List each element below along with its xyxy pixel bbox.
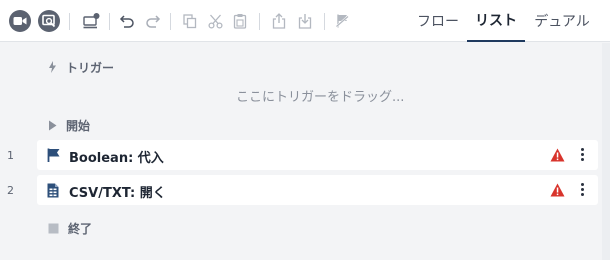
tab-list[interactable]: リスト: [467, 0, 525, 42]
flag-icon: [47, 148, 60, 162]
trigger-label: トリガー: [66, 60, 115, 75]
start-marker: 開始: [48, 115, 90, 135]
redo-icon: [146, 15, 161, 28]
screen-record-button[interactable]: [38, 10, 60, 32]
run-from-here-button[interactable]: [81, 10, 103, 32]
step-label: CSV/TXT: 開く: [69, 186, 166, 201]
run-from-here-icon: [83, 13, 100, 29]
cut-button[interactable]: [204, 10, 226, 32]
paste-button[interactable]: [229, 10, 251, 32]
tab-flow[interactable]: フロー: [413, 0, 463, 42]
trigger-lightning-icon: [49, 61, 56, 73]
toolbar-divider: [324, 13, 325, 30]
record-icon: [13, 17, 27, 25]
trigger-section[interactable]: トリガー: [48, 57, 114, 77]
copy-icon: [183, 13, 197, 28]
undo-icon: [119, 15, 134, 28]
more-options-icon[interactable]: [578, 182, 586, 198]
start-label: 開始: [66, 118, 91, 133]
document-icon: [47, 183, 59, 198]
trigger-drop-zone[interactable]: ここにトリガーをドラッグ...: [236, 86, 404, 105]
start-play-icon: [49, 120, 57, 130]
more-options-icon[interactable]: [578, 147, 586, 163]
stop-square-icon: [48, 223, 59, 233]
tab-dual[interactable]: デュアル: [530, 0, 594, 42]
paste-icon: [233, 14, 247, 29]
undo-button[interactable]: [116, 10, 138, 32]
toolbar: フロー リスト デュアル: [0, 0, 610, 42]
export-button[interactable]: [268, 10, 290, 32]
step-number: 2: [7, 184, 14, 197]
step-row[interactable]: CSV/TXT: 開く: [37, 175, 598, 205]
redo-button[interactable]: [142, 10, 164, 32]
copy-button[interactable]: [179, 10, 201, 32]
record-button[interactable]: [9, 10, 31, 32]
import-icon: [298, 14, 312, 29]
toolbar-divider: [170, 13, 171, 30]
toolbar-divider: [259, 13, 260, 30]
export-icon: [272, 13, 286, 29]
disable-button[interactable]: [331, 10, 353, 32]
step-number: 1: [7, 149, 14, 162]
toolbar-divider: [109, 13, 110, 30]
step-label: Boolean: 代入: [69, 151, 164, 166]
end-label: 終了: [68, 221, 93, 236]
end-marker: 終了: [48, 218, 92, 238]
screen-record-icon: [42, 14, 56, 28]
import-button[interactable]: [294, 10, 316, 32]
cut-icon: [207, 14, 223, 29]
vertical-scrollbar[interactable]: [602, 43, 610, 260]
toolbar-divider: [69, 13, 70, 30]
warning-icon[interactable]: [550, 183, 565, 197]
step-row[interactable]: Boolean: 代入: [37, 140, 598, 170]
warning-icon[interactable]: [550, 148, 565, 162]
disable-icon: [334, 14, 349, 28]
